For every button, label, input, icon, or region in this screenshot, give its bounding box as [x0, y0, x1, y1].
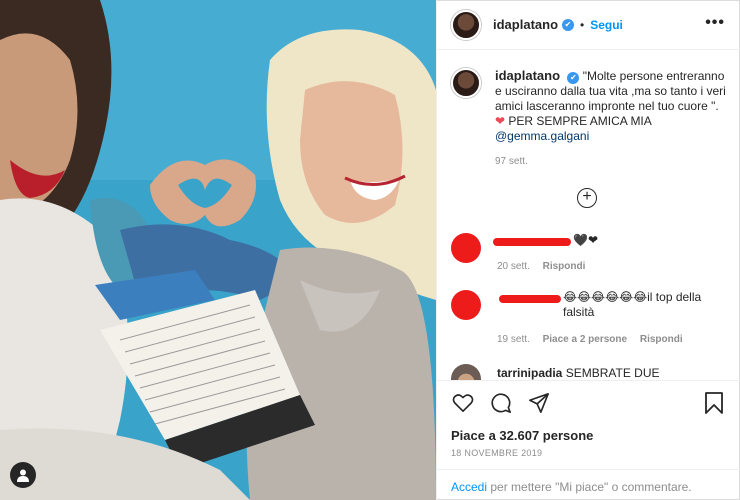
comment-body: SEMBRATE DUE	[565, 366, 660, 380]
comment-icon[interactable]	[489, 391, 513, 415]
user-tag-icon[interactable]	[10, 462, 36, 488]
comment-meta: 20 sett. Rispondi	[497, 261, 595, 272]
comment-item: 🖤❤ 20 sett. Rispondi	[451, 233, 731, 283]
heart-glyph	[452, 394, 474, 412]
commenter-avatar[interactable]	[451, 364, 481, 380]
photo-illustration	[0, 0, 436, 500]
caption-heart: ❤	[495, 114, 506, 128]
more-options-icon[interactable]: •••	[705, 14, 725, 32]
comment-time[interactable]: 20 sett.	[497, 261, 530, 272]
action-icons	[451, 391, 551, 415]
login-prompt: per mettere "Mi piace" o commentare.	[490, 480, 692, 494]
caption-text: idaplatano ✔ "Molte persone entreranno e…	[495, 68, 727, 144]
caption: idaplatano ✔ "Molte persone entreranno e…	[451, 68, 731, 167]
likes-count[interactable]: Piace a 32.607 persone	[451, 428, 593, 443]
comment-time[interactable]: 19 sett.	[497, 334, 530, 345]
caption-time[interactable]: 97 sett.	[495, 156, 727, 167]
redacted-username	[499, 295, 561, 303]
comments-section[interactable]: idaplatano ✔ "Molte persone entreranno e…	[437, 50, 740, 380]
comment-item: 😂😂😂😂😂😂il top della falsità 19 sett. Piac…	[451, 290, 731, 350]
author-username[interactable]: idaplatano	[493, 17, 558, 32]
post-photo[interactable]	[0, 0, 436, 500]
caption-forever: PER SEMPRE AMICA MIA	[508, 114, 652, 128]
header-separator: •	[580, 17, 585, 32]
comment-text: 🖤❤	[573, 233, 598, 247]
plus-circle-icon[interactable]: +	[577, 188, 597, 208]
bookmark-icon[interactable]	[703, 391, 727, 415]
user-tag-glyph	[17, 469, 29, 482]
reply-button[interactable]: Rispondi	[543, 261, 586, 272]
post-date[interactable]: 18 NOVEMBRE 2019	[451, 448, 542, 458]
caption-verified-icon: ✔	[567, 72, 580, 84]
post-header: idaplatano ✔ • Segui •••	[437, 0, 740, 50]
comment-item: tarrinipadia SEMBRATE DUE	[451, 364, 731, 380]
comment-likes[interactable]: Piace a 2 persone	[543, 334, 628, 345]
caption-username[interactable]: idaplatano	[495, 68, 560, 83]
redacted-username	[493, 238, 571, 246]
author-avatar[interactable]	[451, 9, 481, 40]
comment-emojis: 😂😂😂😂😂😂	[563, 290, 648, 304]
caption-body: idaplatano ✔ "Molte persone entreranno e…	[495, 68, 727, 167]
comment-meta: 19 sett. Piace a 2 persone Rispondi	[497, 334, 693, 345]
caption-mention[interactable]: @gemma.galgani	[495, 129, 589, 143]
reply-button[interactable]: Rispondi	[640, 334, 683, 345]
comment-glyph	[491, 393, 511, 413]
heart-icon[interactable]	[451, 391, 475, 415]
login-to-comment: Accedi per mettere "Mi piace" o commenta…	[437, 469, 740, 500]
actions-section: Piace a 32.607 persone 18 NOVEMBRE 2019 …	[437, 380, 740, 500]
comment-username[interactable]: tarrinipadia	[497, 366, 562, 380]
comment-text: tarrinipadia SEMBRATE DUE	[497, 366, 660, 380]
comment-text: 😂😂😂😂😂😂il top della falsità	[563, 290, 723, 320]
redacted-avatar	[451, 233, 481, 263]
login-link[interactable]: Accedi	[451, 480, 487, 494]
verified-badge-icon: ✔	[562, 18, 575, 31]
share-icon[interactable]	[527, 391, 551, 415]
follow-button[interactable]: Segui	[590, 18, 623, 32]
share-glyph	[529, 393, 549, 413]
post-panel: idaplatano ✔ • Segui ••• idaplatano ✔ "M…	[436, 0, 740, 500]
redacted-avatar	[451, 290, 481, 320]
caption-avatar[interactable]	[451, 68, 481, 98]
bookmark-glyph	[705, 392, 723, 414]
